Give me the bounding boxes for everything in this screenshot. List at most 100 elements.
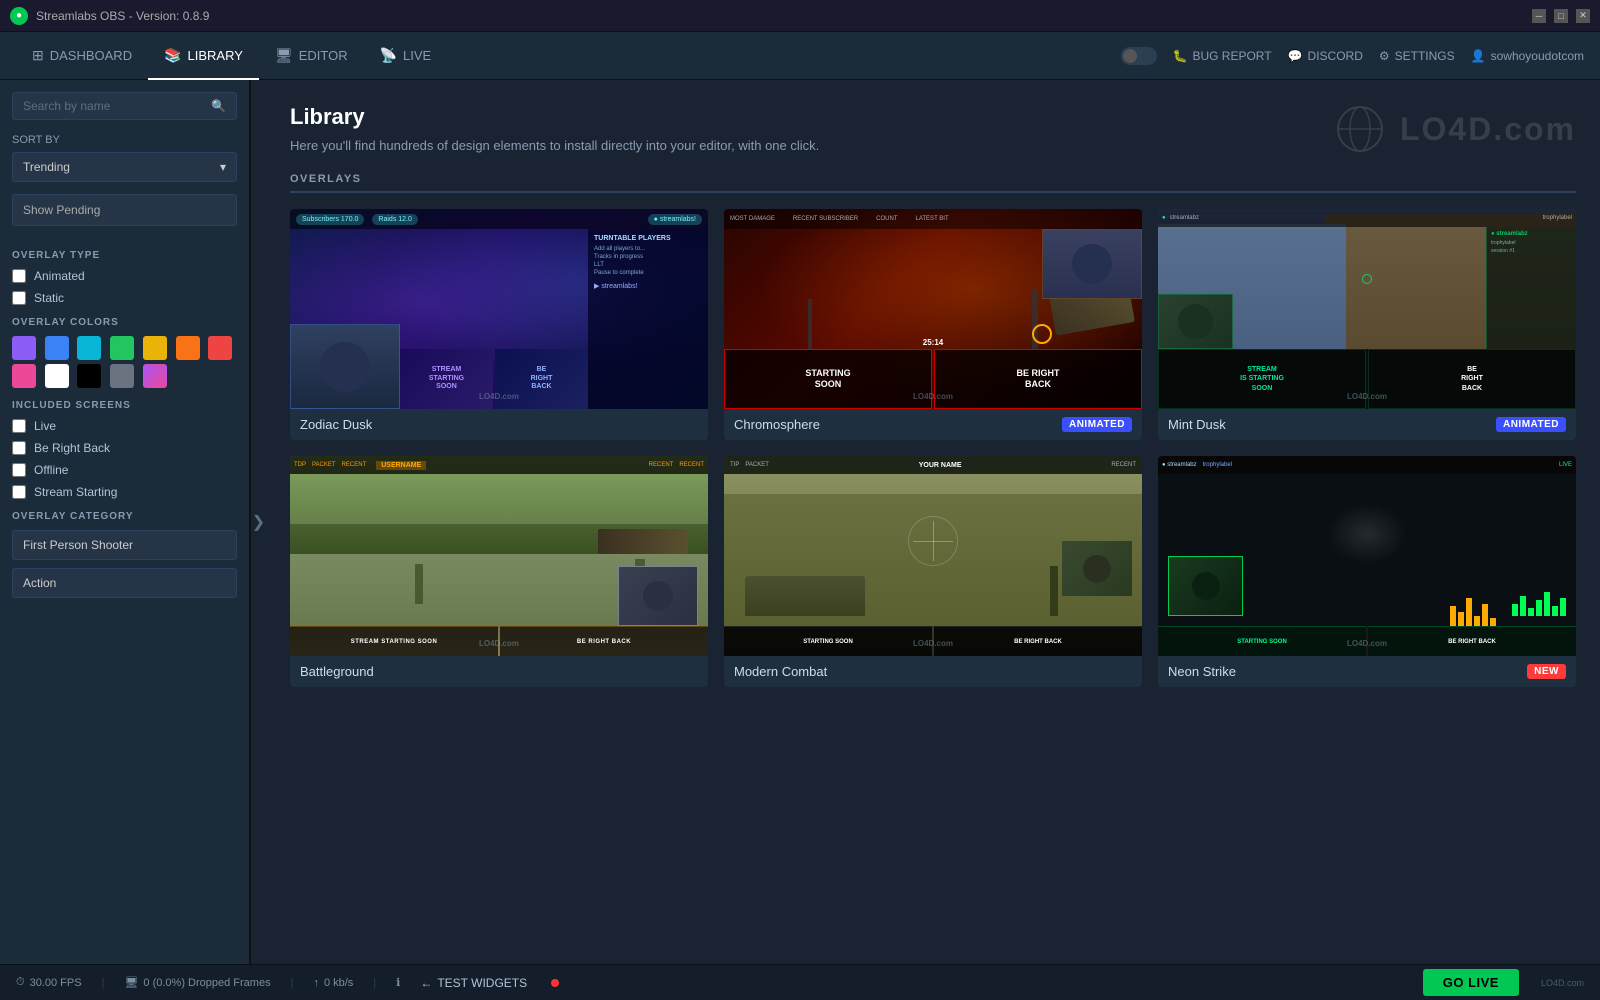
nav-label-dashboard: DASHBOARD bbox=[50, 48, 132, 63]
test-widgets-button[interactable]: ← TEST WIDGETS bbox=[420, 976, 527, 990]
screen-stream-starting-item[interactable]: Stream Starting bbox=[12, 485, 237, 499]
discord-item[interactable]: 💬 DISCORD bbox=[1288, 49, 1363, 63]
color-yellow[interactable] bbox=[143, 336, 167, 360]
bug-report-item[interactable]: 🐛 BUG REPORT bbox=[1173, 49, 1272, 63]
minimize-button[interactable]: ─ bbox=[1532, 9, 1546, 23]
overlay-category-label: OVERLAY CATEGORY bbox=[12, 511, 237, 522]
upload-icon: ↑ bbox=[313, 977, 319, 989]
overlay-card-zodiac-dusk[interactable]: Subscribers 170.0 Raids 12.0 ● streamlab… bbox=[290, 209, 708, 440]
maximize-button[interactable]: □ bbox=[1554, 9, 1568, 23]
color-blue[interactable] bbox=[45, 336, 69, 360]
overlay-type-animated-item[interactable]: Animated bbox=[12, 269, 237, 283]
editor-icon: 🖥 bbox=[275, 47, 293, 64]
app-title: Streamlabs OBS - Version: 0.8.9 bbox=[36, 9, 1532, 23]
screen-live-checkbox[interactable] bbox=[12, 419, 26, 433]
overlay-card-cod[interactable]: TIP PACKET YOUR NAME RECENT bbox=[724, 456, 1142, 687]
navbar: ⊞ DASHBOARD 📚 LIBRARY 🖥 EDITOR 📡 LIVE 🐛 … bbox=[0, 32, 1600, 80]
cs-footer: Neon Strike NEW bbox=[1158, 656, 1576, 687]
screen-offline-label: Offline bbox=[34, 463, 68, 477]
color-cyan[interactable] bbox=[77, 336, 101, 360]
cs-name: Neon Strike bbox=[1168, 664, 1236, 679]
color-pink[interactable] bbox=[12, 364, 36, 388]
screen-brb-checkbox[interactable] bbox=[12, 441, 26, 455]
color-black[interactable] bbox=[77, 364, 101, 388]
search-icon: 🔍 bbox=[211, 99, 226, 113]
chevron-left-icon: ❯ bbox=[252, 512, 265, 532]
color-orange[interactable] bbox=[176, 336, 200, 360]
bug-icon: 🐛 bbox=[1173, 49, 1188, 63]
nav-item-live[interactable]: 📡 LIVE bbox=[364, 32, 448, 80]
nav-item-dashboard[interactable]: ⊞ DASHBOARD bbox=[16, 32, 148, 80]
chromosphere-badge: ANIMATED bbox=[1062, 417, 1132, 432]
frames-icon: 🖥 bbox=[124, 976, 138, 989]
overlay-card-chromosphere[interactable]: MOST DAMAGE RECENT SUBSCRIBER COUNT LATE… bbox=[724, 209, 1142, 440]
nav-item-library[interactable]: 📚 LIBRARY bbox=[148, 32, 259, 80]
sort-dropdown[interactable]: Trending ▾ bbox=[12, 152, 237, 182]
cs-image: ● streamlabz trophylabel LIVE bbox=[1158, 456, 1576, 656]
lo4d-text: LO4D.com bbox=[1400, 111, 1576, 148]
bitrate-display: ↑ 0 kb/s bbox=[313, 977, 353, 989]
window-controls[interactable]: ─ □ ✕ bbox=[1532, 9, 1590, 23]
chevron-down-icon: ▾ bbox=[220, 160, 226, 174]
zodiac-dusk-image: Subscribers 170.0 Raids 12.0 ● streamlab… bbox=[290, 209, 708, 409]
mint-dusk-footer: Mint Dusk ANIMATED bbox=[1158, 409, 1576, 440]
screen-brb-item[interactable]: Be Right Back bbox=[12, 441, 237, 455]
close-button[interactable]: ✕ bbox=[1576, 9, 1590, 23]
settings-item[interactable]: ⚙ SETTINGS bbox=[1379, 49, 1455, 63]
overlay-card-cs[interactable]: ● streamlabz trophylabel LIVE bbox=[1158, 456, 1576, 687]
content-area: Library Here you'll find hundreds of des… bbox=[266, 80, 1600, 964]
color-white[interactable] bbox=[45, 364, 69, 388]
mint-dusk-badge: ANIMATED bbox=[1496, 417, 1566, 432]
app-icon: ● bbox=[10, 7, 28, 25]
screen-offline-item[interactable]: Offline bbox=[12, 463, 237, 477]
sort-selected-value: Trending bbox=[23, 160, 70, 174]
theme-toggle[interactable] bbox=[1121, 47, 1157, 65]
chromosphere-image: MOST DAMAGE RECENT SUBSCRIBER COUNT LATE… bbox=[724, 209, 1142, 409]
search-box[interactable]: 🔍 bbox=[12, 92, 237, 120]
category-dropdown-fps[interactable]: First Person Shooter bbox=[12, 530, 237, 560]
user-item[interactable]: 👤 sowhoyoudotcom bbox=[1471, 49, 1584, 63]
search-input[interactable] bbox=[23, 99, 211, 113]
nav-right: 🐛 BUG REPORT 💬 DISCORD ⚙ SETTINGS 👤 sowh… bbox=[1121, 47, 1585, 65]
nav-label-library: LIBRARY bbox=[188, 48, 243, 63]
overlay-card-mint-dusk[interactable]: ● streamlabz trophylabel ● streamlabz tr… bbox=[1158, 209, 1576, 440]
color-purple[interactable] bbox=[12, 336, 36, 360]
fps-icon: ⏱ bbox=[16, 976, 25, 989]
nav-label-editor: EDITOR bbox=[299, 48, 348, 63]
static-label: Static bbox=[34, 291, 64, 305]
category-action-label: Action bbox=[23, 576, 56, 590]
overlays-section-label: OVERLAYS bbox=[290, 173, 1576, 193]
static-checkbox[interactable] bbox=[12, 291, 26, 305]
go-live-button[interactable]: GO LIVE bbox=[1423, 969, 1519, 996]
color-violet[interactable] bbox=[143, 364, 167, 388]
nav-item-editor[interactable]: 🖥 EDITOR bbox=[259, 32, 364, 80]
dropped-frames-display: 🖥 0 (0.0%) Dropped Frames bbox=[124, 976, 270, 989]
color-gray[interactable] bbox=[110, 364, 134, 388]
lo4d-globe-icon bbox=[1330, 104, 1390, 154]
category-dropdown-action[interactable]: Action bbox=[12, 568, 237, 598]
main-layout: 🔍 SORT BY Trending ▾ Show Pending OVERLA… bbox=[0, 80, 1600, 964]
animated-checkbox[interactable] bbox=[12, 269, 26, 283]
screen-live-item[interactable]: Live bbox=[12, 419, 237, 433]
screen-live-label: Live bbox=[34, 419, 56, 433]
overlay-colors-label: OVERLAY COLORS bbox=[12, 317, 237, 328]
title-bar: ● Streamlabs OBS - Version: 0.8.9 ─ □ ✕ bbox=[0, 0, 1600, 32]
cod-name: Modern Combat bbox=[734, 664, 827, 679]
animated-label: Animated bbox=[34, 269, 85, 283]
nav-label-live: LIVE bbox=[403, 48, 431, 63]
show-pending-button[interactable]: Show Pending bbox=[12, 194, 237, 226]
info-item[interactable]: ℹ bbox=[396, 976, 400, 989]
info-icon: ℹ bbox=[396, 976, 400, 989]
overlay-type-static-item[interactable]: Static bbox=[12, 291, 237, 305]
dashboard-icon: ⊞ bbox=[32, 47, 44, 64]
pubg-image: TDP PACKET RECENT USERNAME RECENT RECENT bbox=[290, 456, 708, 656]
status-bar: ⏱ 30.00 FPS | 🖥 0 (0.0%) Dropped Frames … bbox=[0, 964, 1600, 1000]
overlay-card-pubg[interactable]: TDP PACKET RECENT USERNAME RECENT RECENT bbox=[290, 456, 708, 687]
color-green[interactable] bbox=[110, 336, 134, 360]
screen-offline-checkbox[interactable] bbox=[12, 463, 26, 477]
sidebar-collapse-button[interactable]: ❯ bbox=[250, 80, 266, 964]
color-red[interactable] bbox=[208, 336, 232, 360]
screen-stream-starting-checkbox[interactable] bbox=[12, 485, 26, 499]
arrow-left-icon: ← bbox=[420, 976, 432, 990]
pubg-name: Battleground bbox=[300, 664, 374, 679]
